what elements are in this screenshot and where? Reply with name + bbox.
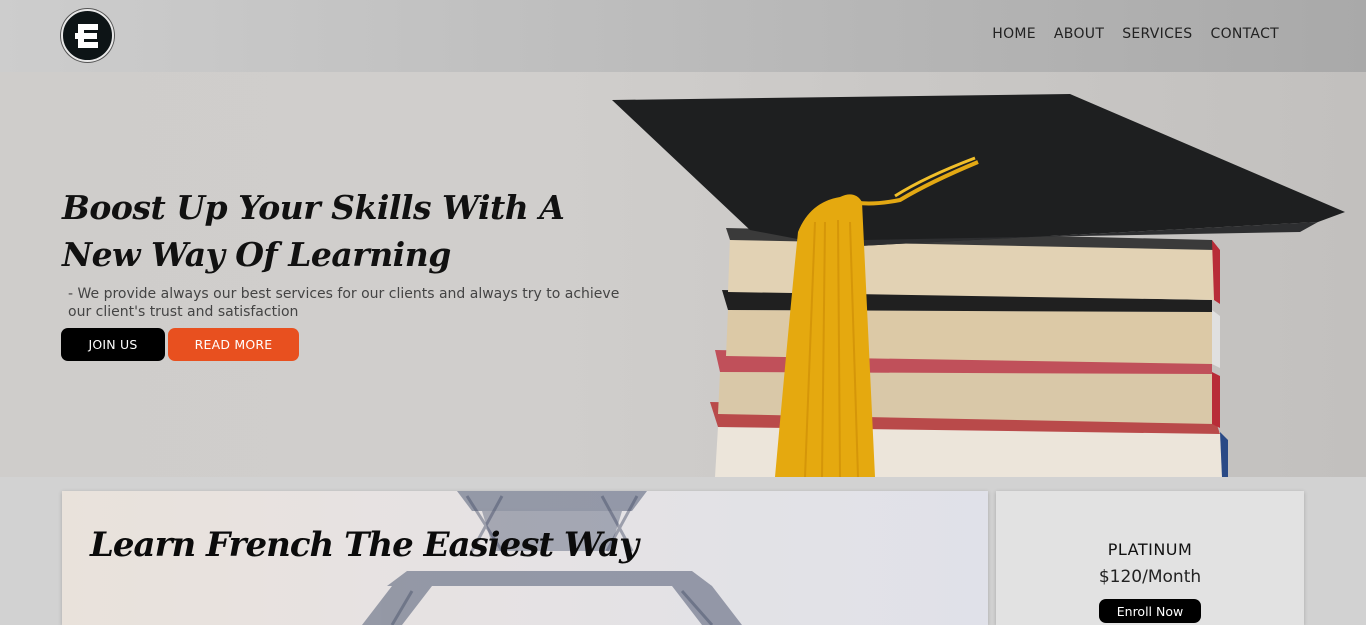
join-us-button[interactable]: JOIN US [61,328,165,361]
pricing-card: PLATINUM $120/Month Enroll Now [996,491,1304,625]
graduation-cap-books-image [612,94,1345,477]
navbar: HOME ABOUT SERVICES CONTACT [0,0,1366,72]
nav-contact[interactable]: CONTACT [1211,26,1280,42]
read-more-button[interactable]: READ MORE [168,328,299,361]
plan-name: PLATINUM [1107,540,1193,559]
nav-about[interactable]: ABOUT [1054,26,1104,42]
e-logo-icon[interactable] [61,9,114,62]
french-course-card[interactable]: Learn French The Easiest Way [62,491,988,625]
hero-subtitle-line1: - We provide always our best services fo… [68,286,620,302]
nav-home[interactable]: HOME [992,26,1036,42]
enroll-now-button[interactable]: Enroll Now [1099,599,1201,623]
hero-title-line1: Boost Up Your Skills With A [62,188,565,227]
hero-subtitle: - We provide always our best services fo… [68,285,638,321]
hero-title: Boost Up Your Skills With A New Way Of L… [62,184,582,278]
hero-title-line2: New Way Of Learning [62,235,451,274]
plan-price: $120/Month [1098,567,1202,587]
nav-services[interactable]: SERVICES [1122,26,1192,42]
hero-section: Boost Up Your Skills With A New Way Of L… [0,72,1366,477]
french-course-title: Learn French The Easiest Way [90,525,639,565]
hero-subtitle-line2: our client's trust and satisfaction [68,304,299,320]
nav-menu: HOME ABOUT SERVICES CONTACT [992,26,1279,42]
